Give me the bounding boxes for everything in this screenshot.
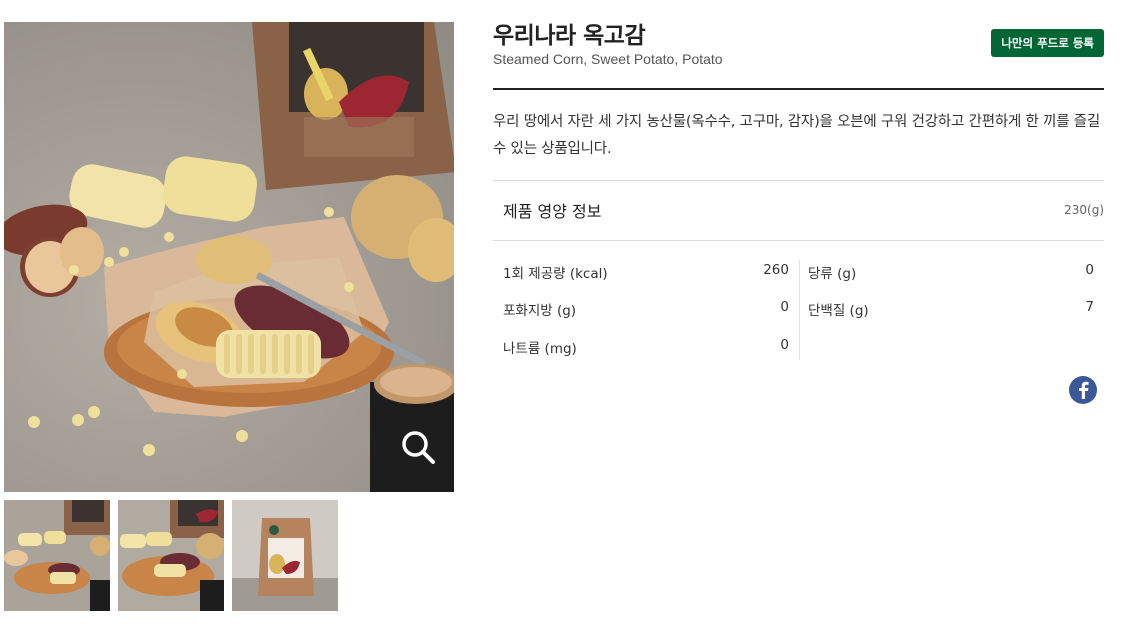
nutrition-value: 7 [1085, 299, 1094, 315]
nutrition-value: 0 [1085, 262, 1094, 278]
section-divider [493, 180, 1104, 181]
section-divider [493, 240, 1104, 241]
search-icon [402, 431, 435, 464]
nutrition-row-sugar: 당류 (g) 0 [808, 262, 1094, 282]
facebook-share-button[interactable] [1069, 376, 1097, 404]
nutrition-value: 260 [763, 262, 789, 278]
nutrition-value: 0 [780, 299, 789, 315]
zoom-button[interactable] [382, 402, 454, 492]
product-subtitle: Steamed Corn, Sweet Potato, Potato [493, 51, 723, 67]
nutrition-label: 단백질 (g) [808, 303, 869, 319]
product-description: 우리 땅에서 자란 세 가지 농산물(옥수수, 고구마, 감자)을 오븐에 구워… [493, 114, 1101, 157]
column-divider [799, 260, 800, 360]
nutrition-weight: 230(g) [1064, 203, 1104, 217]
thumbnail-1[interactable] [4, 500, 110, 611]
main-product-image[interactable] [4, 22, 454, 492]
header-divider [493, 88, 1104, 90]
facebook-icon [1079, 381, 1089, 399]
nutrition-row-protein: 단백질 (g) 7 [808, 299, 1094, 319]
thumbnail-3[interactable] [232, 500, 338, 611]
thumbnail-2[interactable] [118, 500, 224, 611]
nutrition-row-sodium: 나트륨 (mg) 0 [503, 337, 789, 357]
nutrition-label: 1회 제공량 (kcal) [503, 266, 608, 282]
thumbnail-strip [4, 500, 338, 611]
product-title: 우리나라 옥고감 [493, 23, 646, 49]
nutrition-label: 포화지방 (g) [503, 303, 577, 319]
nutrition-title: 제품 영양 정보 [503, 202, 602, 221]
nutrition-value: 0 [780, 337, 789, 353]
nutrition-row-saturated-fat: 포화지방 (g) 0 [503, 299, 789, 319]
register-my-food-button[interactable]: 나만의 푸드로 등록 [991, 29, 1104, 57]
nutrition-label: 나트륨 (mg) [503, 341, 577, 357]
nutrition-label: 당류 (g) [808, 266, 857, 282]
nutrition-row-kcal: 1회 제공량 (kcal) 260 [503, 262, 789, 282]
